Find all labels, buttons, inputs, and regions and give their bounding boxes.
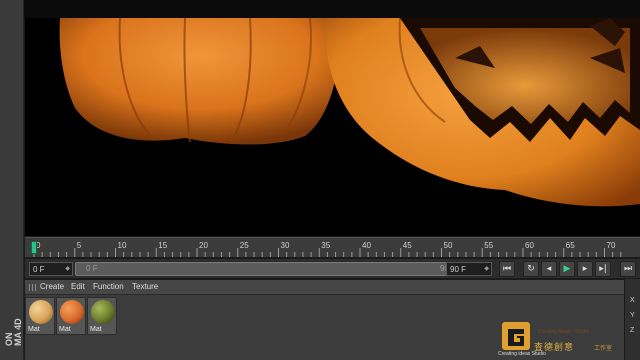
material-swatch-2[interactable]: Mat <box>56 297 86 335</box>
stepper-arrows-icon[interactable]: ◆ <box>484 265 489 272</box>
axis-y-label: Y <box>630 312 635 319</box>
current-frame-value: 0 F <box>33 265 45 274</box>
preview-range-slider[interactable]: 0 F 90 F <box>75 262 463 276</box>
grip-icon[interactable] <box>29 284 37 291</box>
watermark-faint-text: Creating Ideas · Studio <box>538 329 590 335</box>
tick-label: 65 <box>565 241 575 250</box>
menu-function[interactable]: Function <box>93 282 124 291</box>
tick-label: 45 <box>402 241 412 250</box>
axis-z-label: Z <box>630 327 635 334</box>
step-forward-button[interactable]: ▸ <box>577 261 593 277</box>
timeline-ruler[interactable]: 0 5 10 15 20 25 30 35 40 45 50 55 60 65 70 <box>25 237 640 257</box>
material-name: Mat <box>28 326 40 333</box>
stepper-arrows-icon[interactable]: ◆ <box>65 265 70 272</box>
coordinates-rail: X Y Z <box>624 279 640 360</box>
end-frame-field[interactable]: 90 F ◆ <box>446 262 492 276</box>
tick-label: 10 <box>117 241 127 250</box>
transport-bar: 0 F ◆ 0 F 90 F 90 F ◆ ⏮ ↻ ◂ ▶ ▸ ▸| ⏭ <box>25 258 640 278</box>
range-start-label: 0 F <box>86 264 98 273</box>
material-sphere-icon <box>29 300 53 324</box>
tick-label: 5 <box>76 241 82 250</box>
material-swatch-1[interactable]: Mat <box>25 297 55 335</box>
play-button[interactable]: ▶ <box>559 261 575 277</box>
pumpkin-render <box>59 18 640 207</box>
tick-label: 70 <box>606 241 616 250</box>
material-sphere-icon <box>91 300 115 324</box>
tick-label: 35 <box>321 241 331 250</box>
step-back-button[interactable]: ◂ <box>541 261 557 277</box>
tick-label: 15 <box>158 241 168 250</box>
material-name: Mat <box>90 326 102 333</box>
tick-label: 40 <box>362 241 371 250</box>
material-menu-bar: Create Edit Function Texture <box>25 280 624 295</box>
viewport-top-bar <box>0 0 640 18</box>
go-to-start-button[interactable]: ⏮ <box>499 261 515 277</box>
end-frame-value: 90 F <box>450 265 467 274</box>
watermark-english: Creating ideas Studio <box>498 351 546 357</box>
axis-x-label: X <box>630 297 635 304</box>
menu-texture[interactable]: Texture <box>132 282 158 291</box>
studio-watermark: Creating Ideas · Studio 査德創意 工作室 Creatin… <box>498 316 618 357</box>
tick-label: 20 <box>199 241 208 250</box>
record-button[interactable]: ↻ <box>523 261 539 277</box>
menu-edit[interactable]: Edit <box>71 282 85 291</box>
material-sphere-icon <box>60 300 84 324</box>
menu-create[interactable]: Create <box>40 282 64 291</box>
tick-label: 55 <box>484 241 494 250</box>
material-name: Mat <box>59 326 71 333</box>
current-frame-field[interactable]: 0 F ◆ <box>29 262 73 276</box>
go-to-end-button[interactable]: ▸| <box>595 261 611 277</box>
brand-text-2: MA 4D <box>13 318 23 346</box>
studio-logo-icon <box>502 322 530 350</box>
tick-label: 25 <box>239 241 249 250</box>
material-swatch-3[interactable]: Mat <box>87 297 117 335</box>
vertical-brand-label: ON MA 4D <box>0 308 24 348</box>
tick-label: 50 <box>443 241 453 250</box>
tick-label: 30 <box>280 241 290 250</box>
3d-viewport[interactable] <box>25 18 640 236</box>
tick-label: 60 <box>525 241 534 250</box>
left-sidebar: ON MA 4D <box>0 0 24 360</box>
go-to-end-button-2[interactable]: ⏭ <box>620 261 636 277</box>
cinema4d-window: ON MA 4D 0 5 10 15 20 25 30 35 40 45 50 … <box>0 0 640 360</box>
watermark-chinese-small: 工作室 <box>594 345 613 352</box>
playhead-marker[interactable] <box>31 241 37 254</box>
